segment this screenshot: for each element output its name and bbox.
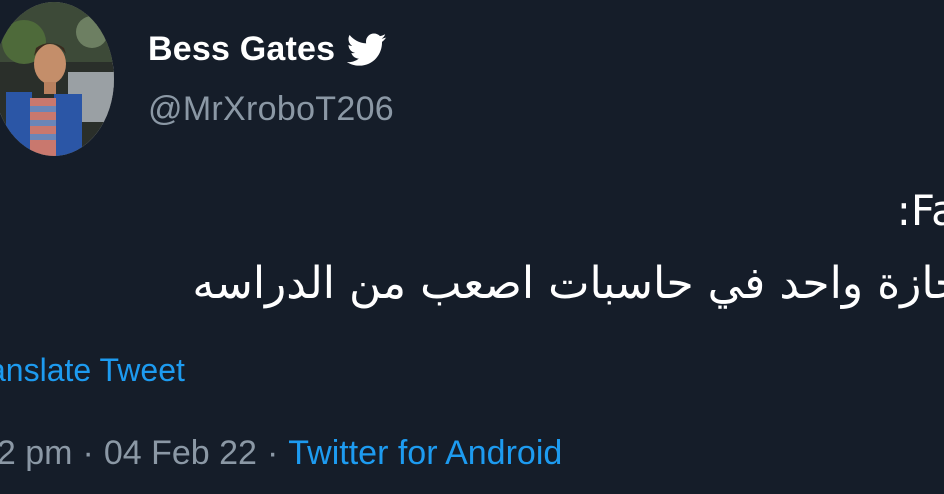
- twitter-bird-icon: [347, 33, 387, 67]
- meta-separator: ·: [82, 434, 94, 472]
- translate-tweet-link[interactable]: anslate Tweet: [0, 352, 185, 389]
- meta-separator: ·: [266, 434, 279, 472]
- tweet-meta: 42 pm·04 Feb 22·Twitter for Android: [0, 434, 562, 473]
- tweet-source-link[interactable]: Twitter for Android: [288, 434, 562, 472]
- user-handle[interactable]: @MrXroboT206: [148, 90, 394, 129]
- avatar[interactable]: [0, 2, 114, 156]
- tweet-time[interactable]: 42 pm: [0, 434, 73, 472]
- tweet-text-line-1: :Fac: [896, 186, 944, 235]
- display-name[interactable]: Bess Gates: [148, 30, 335, 69]
- display-name-row[interactable]: Bess Gates: [148, 30, 387, 69]
- avatar-photo: [0, 2, 114, 156]
- tweet-text-line-2: جازة واحد في حاسبات اصعب من الدراسه: [192, 258, 944, 309]
- tweet-date[interactable]: 04 Feb 22: [104, 434, 257, 472]
